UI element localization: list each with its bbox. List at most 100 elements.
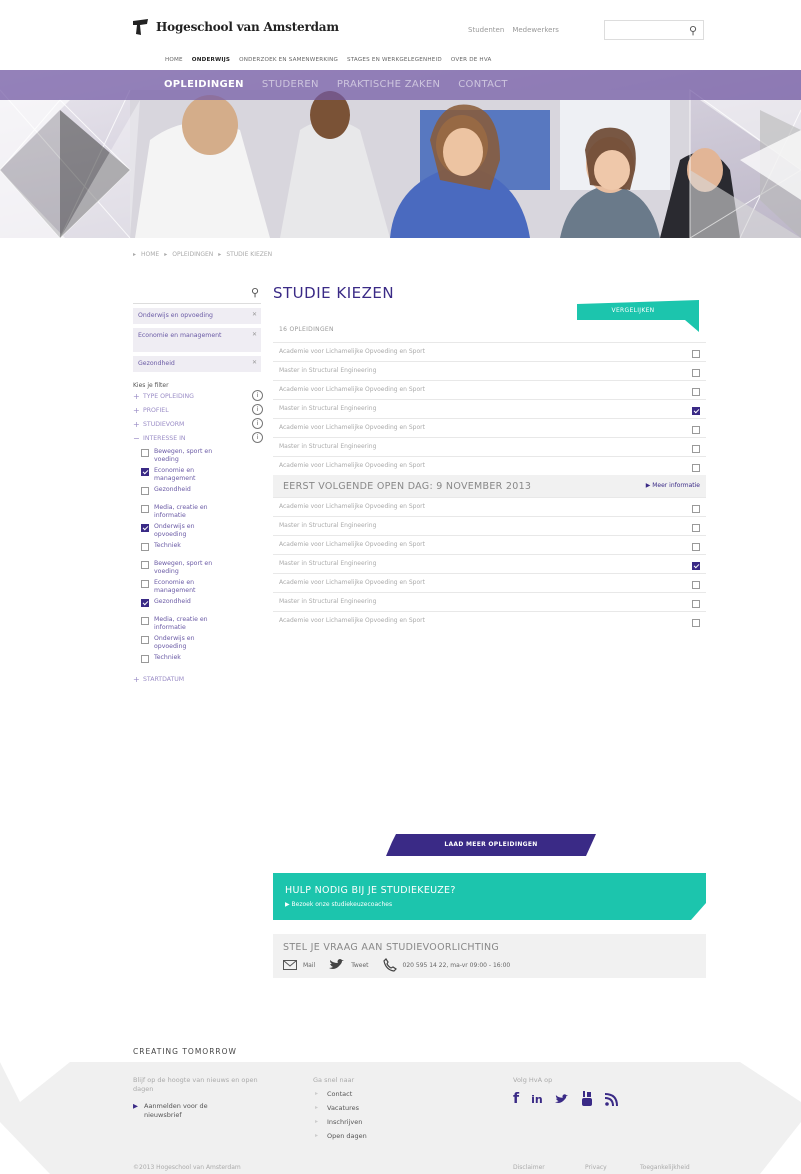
checkbox[interactable] bbox=[141, 543, 149, 551]
filter-checkbox-row[interactable]: Media, creatie en informatie bbox=[141, 616, 261, 632]
nav-home[interactable]: HOME bbox=[165, 57, 183, 63]
newsletter-link[interactable]: ▶ Aanmelden voor de nieuwsbrief bbox=[133, 1102, 263, 1120]
compare-checkbox[interactable] bbox=[692, 562, 700, 570]
breadcrumb-opleidingen[interactable]: OPLEIDINGEN bbox=[172, 251, 213, 258]
facebook-icon[interactable]: f bbox=[513, 1091, 519, 1107]
compare-checkbox[interactable] bbox=[692, 543, 700, 551]
help-banner[interactable]: HULP NODIG BIJ JE STUDIEKEUZE? ▶ Bezoek … bbox=[273, 873, 706, 920]
program-name[interactable]: Academie voor Lichamelijke Opvoeding en … bbox=[279, 617, 429, 625]
compare-checkbox[interactable] bbox=[692, 350, 700, 358]
filter-group-startdatum[interactable]: + STARTDATUM bbox=[133, 672, 261, 686]
checkbox[interactable] bbox=[141, 655, 149, 663]
remove-icon[interactable]: ✕ bbox=[252, 359, 257, 367]
compare-checkbox[interactable] bbox=[692, 445, 700, 453]
program-row[interactable]: Academie voor Lichamelijke Opvoeding en … bbox=[273, 611, 706, 630]
help-link[interactable]: ▶ Bezoek onze studiekeuzecoaches bbox=[285, 901, 392, 908]
filter-checkbox-row[interactable]: Onderwijs en opvoeding bbox=[141, 523, 261, 539]
program-row[interactable]: Academie voor Lichamelijke Opvoeding en … bbox=[273, 456, 706, 475]
program-name[interactable]: Master in Structural Engineering bbox=[279, 367, 429, 375]
program-row[interactable]: Master in Structural Engineering bbox=[273, 554, 706, 573]
footer-link-disclaimer[interactable]: Disclaimer bbox=[513, 1164, 545, 1171]
filter-checkbox-row[interactable]: Economie en management bbox=[141, 579, 261, 595]
checkbox[interactable] bbox=[141, 599, 149, 607]
info-icon[interactable]: i bbox=[252, 390, 263, 401]
checkbox[interactable] bbox=[141, 617, 149, 625]
linkedin-icon[interactable]: in bbox=[531, 1093, 543, 1106]
filter-group[interactable]: − INTERESSE IN i bbox=[133, 431, 263, 445]
checkbox[interactable] bbox=[141, 449, 149, 457]
checkbox[interactable] bbox=[141, 561, 149, 569]
twitter-icon[interactable] bbox=[554, 1093, 569, 1105]
program-row[interactable]: Academie voor Lichamelijke Opvoeding en … bbox=[273, 573, 706, 592]
program-row[interactable]: Academie voor Lichamelijke Opvoeding en … bbox=[273, 380, 706, 399]
filter-checkbox-row[interactable]: Economie en management bbox=[141, 467, 261, 483]
compare-checkbox[interactable] bbox=[692, 619, 700, 627]
filter-group[interactable]: + PROFIEL i bbox=[133, 403, 263, 417]
search-icon[interactable]: ⚲ bbox=[689, 24, 697, 37]
info-icon[interactable]: i bbox=[252, 418, 263, 429]
remove-icon[interactable]: ✕ bbox=[252, 331, 257, 339]
program-name[interactable]: Academie voor Lichamelijke Opvoeding en … bbox=[279, 462, 429, 470]
compare-button[interactable]: VERGELIJKEN bbox=[577, 300, 699, 332]
checkbox[interactable] bbox=[141, 487, 149, 495]
program-row[interactable]: Master in Structural Engineering bbox=[273, 399, 706, 418]
breadcrumb-home[interactable]: HOME bbox=[141, 251, 159, 258]
filter-checkbox-row[interactable]: Gezondheid bbox=[141, 486, 261, 501]
program-name[interactable]: Academie voor Lichamelijke Opvoeding en … bbox=[279, 541, 429, 549]
footer-link-contact[interactable]: Contact bbox=[315, 1087, 443, 1101]
checkbox[interactable] bbox=[141, 468, 149, 476]
compare-checkbox[interactable] bbox=[692, 600, 700, 608]
program-row[interactable]: Academie voor Lichamelijke Opvoeding en … bbox=[273, 535, 706, 554]
program-row[interactable]: Master in Structural Engineering bbox=[273, 516, 706, 535]
program-name[interactable]: Academie voor Lichamelijke Opvoeding en … bbox=[279, 503, 429, 511]
compare-checkbox[interactable] bbox=[692, 407, 700, 415]
compare-checkbox[interactable] bbox=[692, 505, 700, 513]
program-row[interactable]: Academie voor Lichamelijke Opvoeding en … bbox=[273, 342, 706, 361]
link-studenten[interactable]: Studenten bbox=[468, 26, 504, 34]
program-row[interactable]: Master in Structural Engineering bbox=[273, 437, 706, 456]
remove-icon[interactable]: ✕ bbox=[252, 311, 257, 319]
filter-checkbox-row[interactable]: Techniek bbox=[141, 542, 261, 557]
load-more-button[interactable]: LAAD MEER OPLEIDINGEN bbox=[386, 834, 596, 856]
nav-stages[interactable]: STAGES EN WERKGELEGENHEID bbox=[347, 57, 442, 63]
filter-group[interactable]: + STUDIEVORM i bbox=[133, 417, 263, 431]
rss-icon[interactable] bbox=[604, 1092, 618, 1106]
footer-link-vacatures[interactable]: Vacatures bbox=[315, 1101, 443, 1115]
filter-checkbox-row[interactable]: Bewegen, sport en voeding bbox=[141, 560, 261, 576]
checkbox[interactable] bbox=[141, 524, 149, 532]
program-row[interactable]: Academie voor Lichamelijke Opvoeding en … bbox=[273, 497, 706, 516]
search-icon[interactable]: ⚲ bbox=[251, 286, 259, 299]
program-name[interactable]: Master in Structural Engineering bbox=[279, 443, 429, 451]
filter-group[interactable]: + TYPE OPLEIDING i bbox=[133, 389, 263, 403]
search-input[interactable]: ⚲ bbox=[604, 20, 704, 40]
compare-checkbox[interactable] bbox=[692, 464, 700, 472]
filter-checkbox-row[interactable]: Media, creatie en informatie bbox=[141, 504, 261, 520]
checkbox[interactable] bbox=[141, 636, 149, 644]
logo[interactable]: Hogeschool van Amsterdam bbox=[132, 18, 339, 36]
program-row[interactable]: Master in Structural Engineering bbox=[273, 361, 706, 380]
footer-link-toegankelijkheid[interactable]: Toegankelijkheid bbox=[640, 1164, 690, 1171]
program-row[interactable]: Master in Structural Engineering bbox=[273, 592, 706, 611]
sidebar-search-input[interactable]: ⚲ bbox=[133, 284, 261, 304]
filter-checkbox-row[interactable]: Bewegen, sport en voeding bbox=[141, 448, 261, 464]
subnav-contact[interactable]: CONTACT bbox=[458, 79, 508, 90]
youtube-icon[interactable] bbox=[581, 1091, 593, 1107]
more-info-link[interactable]: ▶ Meer informatie bbox=[646, 482, 700, 489]
program-name[interactable]: Academie voor Lichamelijke Opvoeding en … bbox=[279, 386, 429, 394]
nav-over[interactable]: OVER DE HVA bbox=[451, 57, 492, 63]
checkbox[interactable] bbox=[141, 580, 149, 588]
filter-checkbox-row[interactable]: Onderwijs en opvoeding bbox=[141, 635, 261, 651]
program-name[interactable]: Academie voor Lichamelijke Opvoeding en … bbox=[279, 424, 429, 432]
compare-checkbox[interactable] bbox=[692, 388, 700, 396]
program-name[interactable]: Master in Structural Engineering bbox=[279, 405, 429, 413]
mail-icon[interactable] bbox=[283, 960, 297, 970]
subnav-opleidingen[interactable]: OPLEIDINGEN bbox=[164, 79, 244, 90]
link-medewerkers[interactable]: Medewerkers bbox=[512, 26, 559, 34]
program-name[interactable]: Master in Structural Engineering bbox=[279, 598, 429, 606]
mail-link[interactable]: Mail bbox=[303, 962, 315, 969]
checkbox[interactable] bbox=[141, 505, 149, 513]
phone-icon[interactable] bbox=[382, 958, 397, 972]
program-name[interactable]: Master in Structural Engineering bbox=[279, 560, 429, 568]
info-icon[interactable]: i bbox=[252, 404, 263, 415]
compare-checkbox[interactable] bbox=[692, 426, 700, 434]
